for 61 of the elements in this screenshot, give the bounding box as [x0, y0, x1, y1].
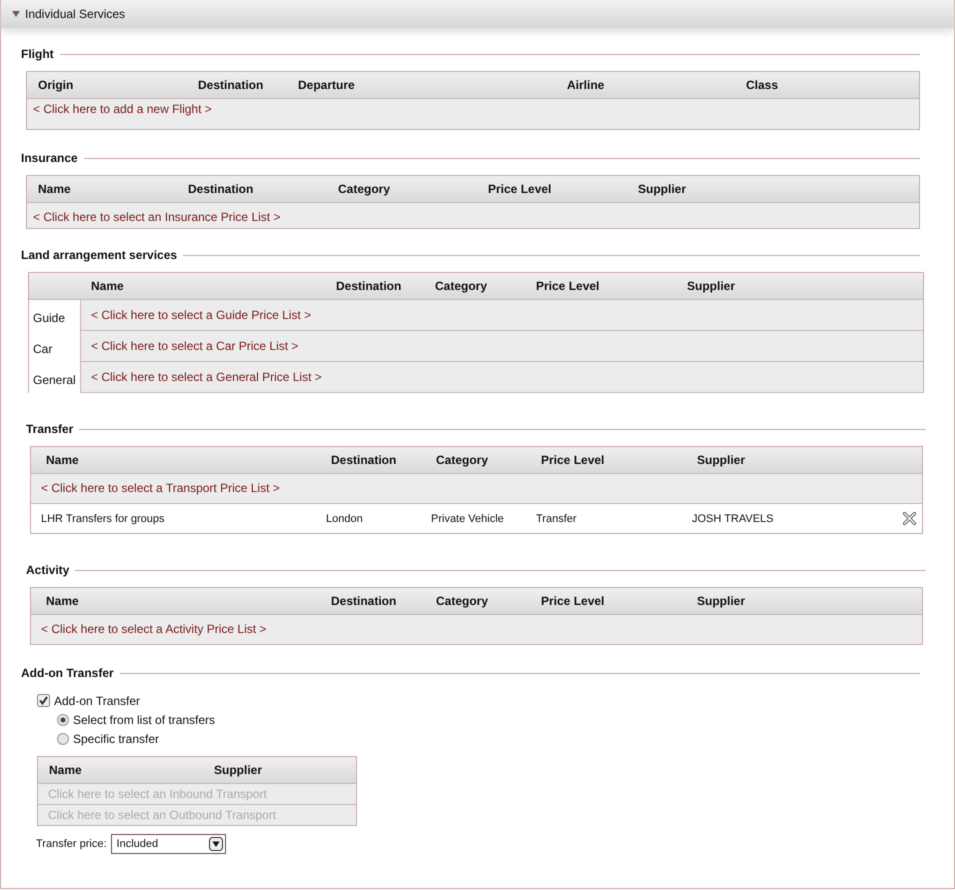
- panel-header[interactable]: Individual Services: [1, 0, 954, 29]
- column-header: Price Level: [488, 182, 552, 196]
- checkbox-label: Add-on Transfer: [54, 694, 140, 708]
- table-cell: LHR Transfers for groups: [41, 512, 164, 524]
- section-title: Flight: [21, 47, 54, 61]
- section-title: Activity: [26, 563, 70, 577]
- add-link[interactable]: < Click here to select a General Price List >: [91, 370, 322, 384]
- add-link[interactable]: < Click here to select a Car Price List >: [91, 339, 298, 353]
- panel-title: Individual Services: [25, 7, 126, 21]
- add-link[interactable]: < Click here to select an Insurance Price List >: [33, 210, 280, 224]
- column-header: Category: [436, 594, 490, 608]
- column-header: Supplier: [697, 453, 746, 467]
- row-label: General: [29, 362, 80, 393]
- column-header: Name: [90, 279, 125, 293]
- table-cell: Transfer: [536, 512, 577, 524]
- column-header: Category: [338, 182, 392, 196]
- table-cell: JOSH TRAVELS: [692, 512, 774, 524]
- column-header: Price Level: [541, 453, 606, 467]
- column-header: Destination: [331, 594, 398, 608]
- row-label: Car: [29, 331, 80, 362]
- row-label: Guide: [29, 300, 80, 331]
- column-header: Origin: [38, 78, 74, 92]
- column-header: Supplier: [214, 763, 264, 777]
- field-label: Transfer price:: [36, 838, 107, 850]
- radio-button[interactable]: [57, 714, 69, 726]
- section-title: Transfer: [26, 422, 74, 436]
- dropdown[interactable]: Included: [110, 834, 226, 854]
- radio-label: Specific transfer: [73, 732, 160, 746]
- radio-label: Select from list of transfers: [73, 712, 216, 726]
- add-link[interactable]: < Click here to select a Transport Price List >: [41, 481, 280, 495]
- section-title: Insurance: [21, 151, 78, 165]
- table-cell: London: [326, 512, 363, 524]
- add-link[interactable]: < Click here to select a Activity Price List >: [41, 622, 266, 636]
- column-header: Airline: [567, 78, 606, 92]
- caret-icon[interactable]: [208, 837, 223, 851]
- checkbox[interactable]: [37, 694, 50, 707]
- column-header: Name: [38, 182, 72, 196]
- column-header: Departure: [298, 78, 356, 92]
- table-cell: Private Vehicle: [431, 512, 504, 524]
- column-header: Supplier: [687, 279, 736, 293]
- column-header: Destination: [188, 182, 254, 196]
- column-header: Destination: [331, 453, 398, 467]
- delete-icon[interactable]: [903, 512, 916, 525]
- column-header: Destination: [198, 78, 264, 92]
- column-header: Supplier: [638, 182, 688, 196]
- add-link[interactable]: < Click here to select a Guide Price List >: [91, 308, 312, 322]
- column-header: Name: [49, 763, 83, 777]
- column-header: Price Level: [541, 594, 606, 608]
- section-title: Add-on Transfer: [21, 666, 114, 680]
- column-header: Class: [746, 78, 780, 92]
- collapse-icon[interactable]: [12, 11, 20, 17]
- add-link[interactable]: < Click here to add a new Flight >: [33, 102, 212, 116]
- column-header: Category: [436, 453, 490, 467]
- column-header: Name: [46, 594, 80, 608]
- radio-button[interactable]: [57, 732, 69, 744]
- column-header: Price Level: [536, 279, 600, 293]
- column-header: Destination: [336, 279, 402, 293]
- column-header: Supplier: [697, 594, 746, 608]
- column-header: Name: [46, 453, 80, 467]
- section-title: Land arrangement services: [21, 248, 178, 262]
- column-header: Category: [435, 279, 488, 293]
